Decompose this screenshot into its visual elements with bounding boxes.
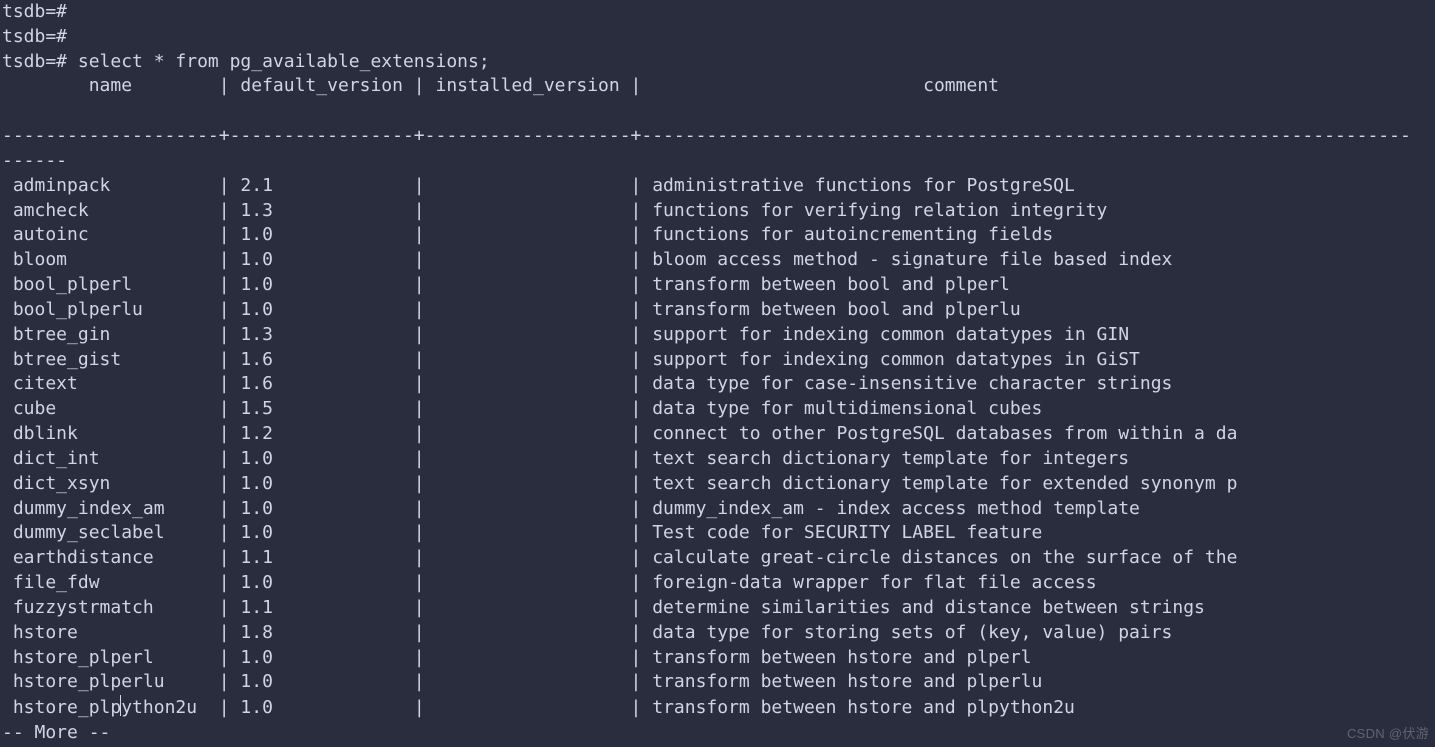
watermark: CSDN @伏游 (1347, 725, 1429, 743)
terminal-output[interactable]: tsdb=# tsdb=# tsdb=# select * from pg_av… (0, 0, 1435, 746)
